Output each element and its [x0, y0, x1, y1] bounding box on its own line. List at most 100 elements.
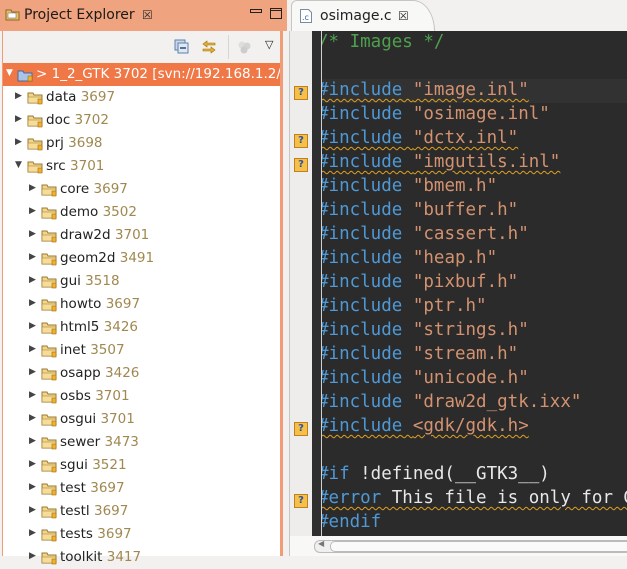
project-explorer-icon: [5, 9, 20, 21]
code-line[interactable]: #include "imgutils.inl": [322, 151, 627, 175]
collapsed-arrow-icon[interactable]: ▶: [29, 275, 36, 285]
view-menu-icon[interactable]: ▽: [265, 38, 273, 51]
code-line[interactable]: #include "unicode.h": [322, 367, 627, 391]
collapsed-arrow-icon[interactable]: ▶: [29, 459, 36, 469]
tree-item-howto[interactable]: ▶ howto 3697: [3, 293, 280, 316]
collapsed-arrow-icon[interactable]: ▶: [29, 367, 36, 377]
folder-name: toolkit: [60, 549, 103, 565]
collapsed-arrow-icon[interactable]: ▶: [29, 413, 36, 423]
expanded-arrow-icon[interactable]: ▼: [15, 160, 22, 170]
collapsed-arrow-icon[interactable]: ▶: [15, 114, 22, 124]
tree-item-gui[interactable]: ▶ gui 3518: [3, 270, 280, 293]
tree-root-project[interactable]: ▼ > 1_2_GTK 3702 [svn://192.168.1.2/svn: [3, 63, 280, 86]
filter-icon[interactable]: [236, 39, 252, 55]
code-line[interactable]: #include "osimage.inl": [322, 103, 627, 127]
warning-marker-icon[interactable]: ?: [294, 422, 308, 436]
code-line[interactable]: #include "draw2d_gtk.ixx": [322, 391, 627, 415]
code-line[interactable]: #include "stream.h": [322, 343, 627, 367]
collapsed-arrow-icon[interactable]: ▶: [29, 528, 36, 538]
code-line[interactable]: #include "heap.h": [322, 247, 627, 271]
code-line[interactable]: #include "ptr.h": [322, 295, 627, 319]
code-line[interactable]: /* Images */: [322, 31, 627, 55]
code-line[interactable]: #include "cassert.h": [322, 223, 627, 247]
close-icon[interactable]: ☒: [142, 8, 153, 22]
tree-item-sgui[interactable]: ▶ sgui 3521: [3, 454, 280, 477]
tree-item-doc[interactable]: ▶ doc 3702: [3, 109, 280, 132]
warning-marker-icon[interactable]: ?: [294, 86, 308, 100]
code-line[interactable]: #include <gdk/gdk.h>: [322, 415, 627, 439]
tree-item-geom2d[interactable]: ▶ geom2d 3491: [3, 247, 280, 270]
maximize-icon[interactable]: [270, 8, 282, 22]
code-line[interactable]: #include "bmem.h": [322, 175, 627, 199]
code-text: #include "bmem.h": [322, 176, 497, 196]
scroll-left-icon[interactable]: ◀: [318, 539, 324, 548]
code-text: #include "osimage.inl": [322, 104, 550, 124]
link-with-editor-icon[interactable]: [201, 39, 217, 55]
tree-item-draw2d[interactable]: ▶ draw2d 3701: [3, 224, 280, 247]
warning-marker-icon[interactable]: ?: [294, 158, 308, 172]
tree-item-data[interactable]: ▶ data 3697: [3, 86, 280, 109]
tree-item-testl[interactable]: ▶ testl 3697: [3, 500, 280, 523]
folder-icon: [41, 183, 58, 197]
collapsed-arrow-icon[interactable]: ▶: [29, 436, 36, 446]
tree-item-toolkit[interactable]: ▶ toolkit 3417: [3, 546, 280, 569]
tree-item-osbs[interactable]: ▶ osbs 3701: [3, 385, 280, 408]
warning-marker-icon[interactable]: ?: [294, 134, 308, 148]
collapsed-arrow-icon[interactable]: ▶: [29, 390, 36, 400]
collapsed-arrow-icon[interactable]: ▶: [29, 183, 36, 193]
close-icon[interactable]: ☒: [398, 9, 409, 23]
collapsed-arrow-icon[interactable]: ▶: [29, 505, 36, 515]
scrollbar-thumb[interactable]: [330, 541, 627, 552]
project-explorer-tabbar: Project Explorer ☒: [0, 0, 287, 31]
tree-item-sewer[interactable]: ▶ sewer 3473: [3, 431, 280, 454]
collapsed-arrow-icon[interactable]: ▶: [29, 344, 36, 354]
collapse-all-icon[interactable]: [174, 39, 190, 55]
collapsed-arrow-icon[interactable]: ▶: [15, 137, 22, 147]
tab-project-explorer[interactable]: Project Explorer ☒: [0, 0, 170, 31]
expanded-arrow-icon[interactable]: ▼: [6, 68, 13, 78]
code-line[interactable]: #include "image.inl": [322, 79, 627, 103]
tree-item-src[interactable]: ▼ src 3701: [3, 155, 280, 178]
code-line[interactable]: #include "strings.h": [322, 319, 627, 343]
folder-icon: [27, 91, 44, 105]
folder-icon: [41, 459, 58, 473]
code-line[interactable]: #include "buffer.h": [322, 199, 627, 223]
tree-item-core[interactable]: ▶ core 3697: [3, 178, 280, 201]
explorer-toolbar: ▽: [3, 31, 280, 63]
collapsed-arrow-icon[interactable]: ▶: [29, 482, 36, 492]
revision-number: 3701: [65, 158, 105, 174]
folder-icon: [41, 482, 58, 496]
tree-item-inet[interactable]: ▶ inet 3507: [3, 339, 280, 362]
code-line[interactable]: #error This file is only for GTK3: [322, 487, 627, 511]
collapsed-arrow-icon[interactable]: ▶: [15, 91, 22, 101]
tree-item-demo[interactable]: ▶ demo 3502: [3, 201, 280, 224]
collapsed-arrow-icon[interactable]: ▶: [29, 252, 36, 262]
tree-item-test[interactable]: ▶ test 3697: [3, 477, 280, 500]
tree-item-label: howto 3697: [60, 296, 140, 312]
code-line[interactable]: #include "dctx.inl": [322, 127, 627, 151]
tab-osimage-c[interactable]: .c osimage.c ☒: [291, 0, 435, 32]
folder-icon: [41, 229, 58, 243]
code-line[interactable]: [322, 439, 627, 463]
code-line[interactable]: [322, 55, 627, 79]
horizontal-scrollbar[interactable]: ◀: [314, 538, 627, 553]
collapsed-arrow-icon[interactable]: ▶: [29, 321, 36, 331]
tree-item-tests[interactable]: ▶ tests 3697: [3, 523, 280, 546]
code-area[interactable]: /* Images */#include "image.inl" #include…: [321, 31, 627, 536]
warning-marker-icon[interactable]: ?: [294, 494, 308, 508]
code-line[interactable]: #endif: [322, 511, 627, 535]
code-line[interactable]: #include "pixbuf.h": [322, 271, 627, 295]
minimize-icon[interactable]: [250, 4, 262, 18]
tree-item-html5[interactable]: ▶ html5 3426: [3, 316, 280, 339]
collapsed-arrow-icon[interactable]: ▶: [29, 229, 36, 239]
folder-icon: [41, 252, 58, 266]
tree-item-osapp[interactable]: ▶ osapp 3426: [3, 362, 280, 385]
tree-item-osgui[interactable]: ▶ osgui 3701: [3, 408, 280, 431]
code-line[interactable]: #if !defined(__GTK3__): [322, 463, 627, 487]
collapsed-arrow-icon[interactable]: ▶: [29, 298, 36, 308]
collapsed-arrow-icon[interactable]: ▶: [29, 206, 36, 216]
tree-item-prj[interactable]: ▶ prj 3698: [3, 132, 280, 155]
collapsed-arrow-icon[interactable]: ▶: [29, 551, 36, 561]
